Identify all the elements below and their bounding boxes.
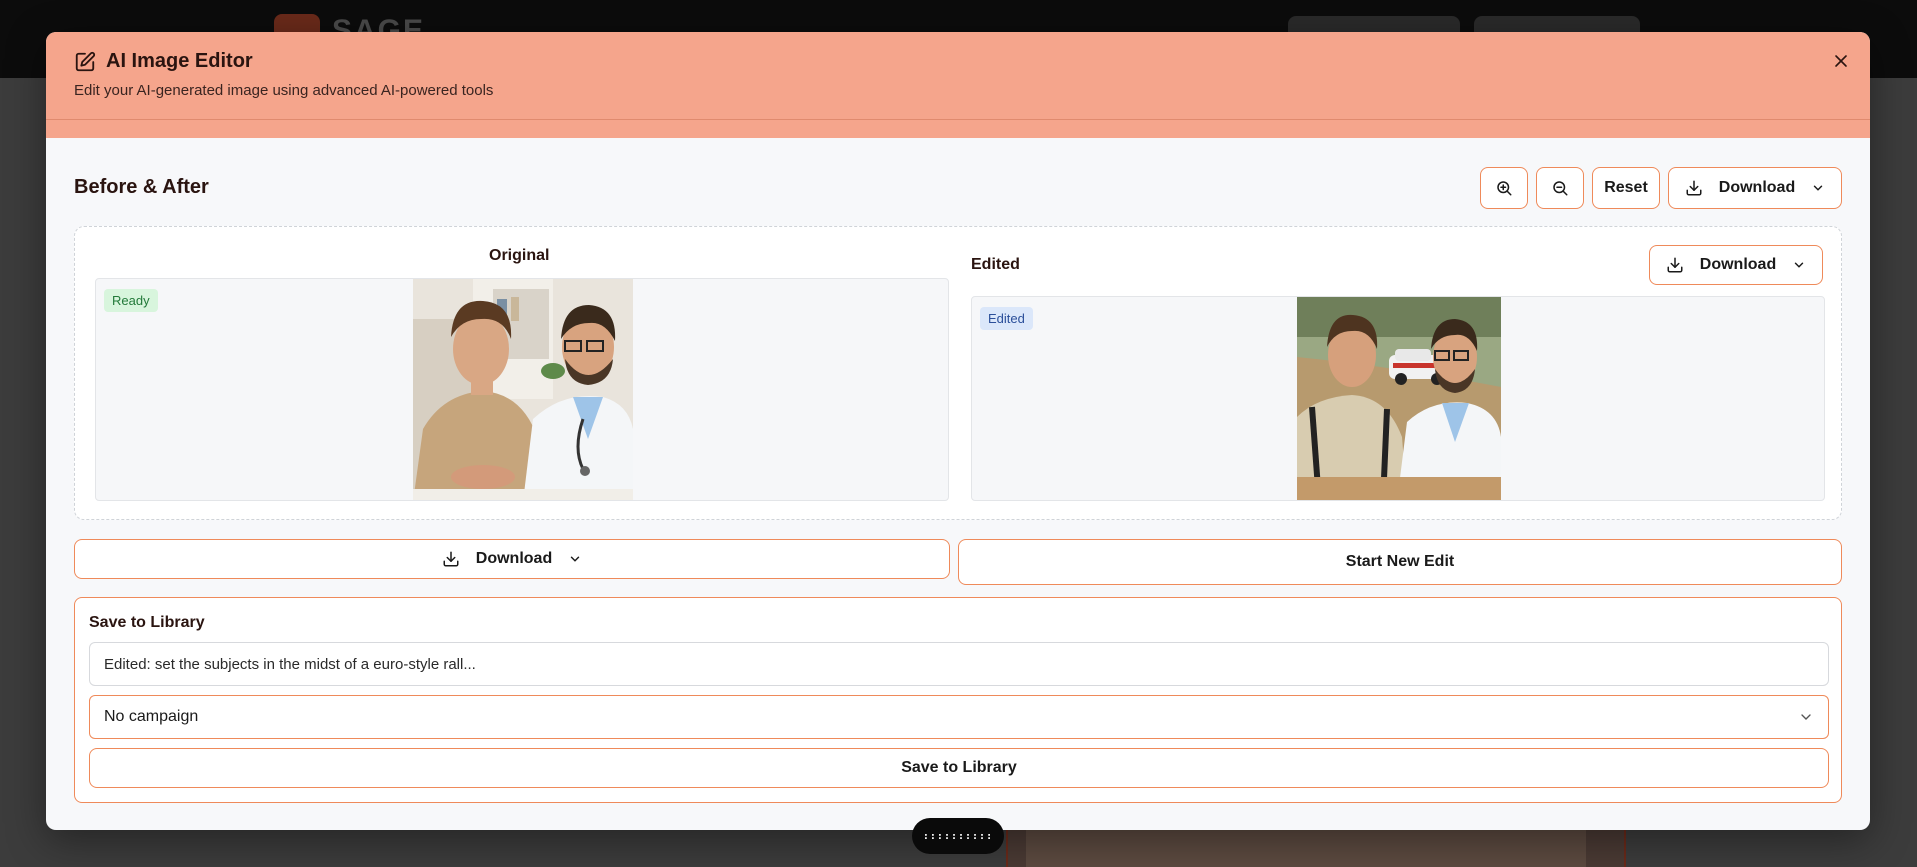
campaign-select[interactable]: No campaign bbox=[89, 695, 1829, 739]
edited-label: Edited bbox=[971, 256, 1020, 273]
save-to-library-title: Save to Library bbox=[89, 614, 205, 631]
edited-image bbox=[1297, 297, 1501, 500]
download-icon bbox=[443, 551, 459, 567]
modal-title-row: AI Image Editor bbox=[74, 50, 253, 73]
download-label: Download bbox=[1718, 179, 1796, 196]
original-image-pane: Ready bbox=[95, 278, 949, 501]
drag-handle[interactable]: :::::::::: bbox=[912, 818, 1004, 854]
modal-header-strip bbox=[46, 120, 1870, 138]
zoom-in-button[interactable] bbox=[1480, 167, 1528, 209]
before-after-title: Before & After bbox=[74, 176, 209, 198]
download-dropdown-button[interactable]: Download bbox=[1668, 167, 1842, 209]
download-label: Download bbox=[475, 550, 553, 567]
drag-handle-dots: :::::::::: bbox=[922, 830, 994, 842]
zoom-in-icon bbox=[1497, 181, 1512, 196]
modal-subtitle: Edit your AI-generated image using advan… bbox=[74, 82, 494, 99]
ready-badge: Ready bbox=[104, 289, 158, 312]
close-button[interactable] bbox=[1830, 50, 1852, 72]
close-icon bbox=[1835, 55, 1847, 67]
background-photo bbox=[1026, 828, 1586, 867]
zoom-out-icon bbox=[1553, 181, 1568, 196]
chevron-down-icon bbox=[1813, 185, 1823, 191]
save-to-library-label: Save to Library bbox=[901, 759, 1017, 776]
chevron-down-icon bbox=[1801, 714, 1811, 720]
reset-label: Reset bbox=[1604, 179, 1648, 196]
original-image bbox=[413, 279, 633, 500]
edited-download-label: Download bbox=[1699, 256, 1777, 273]
zoom-out-button[interactable] bbox=[1536, 167, 1584, 209]
reset-button[interactable]: Reset bbox=[1592, 167, 1660, 209]
before-after-comparison: Original Ready Edited Download Edited bbox=[74, 226, 1842, 520]
edited-download-button[interactable]: Download bbox=[1649, 245, 1823, 285]
original-label: Original bbox=[489, 247, 550, 264]
edit-icon bbox=[74, 51, 96, 73]
modal-header: AI Image Editor Edit your AI-generated i… bbox=[46, 32, 1870, 120]
image-name-input[interactable] bbox=[89, 642, 1829, 686]
save-to-library-button[interactable]: Save to Library bbox=[89, 748, 1829, 788]
download-button[interactable]: Download bbox=[74, 539, 950, 579]
save-to-library-panel: Save to Library No campaign Save to Libr… bbox=[74, 597, 1842, 803]
edited-badge: Edited bbox=[980, 307, 1033, 330]
image-editor-modal: AI Image Editor Edit your AI-generated i… bbox=[46, 32, 1870, 830]
start-new-edit-button[interactable]: Start New Edit bbox=[958, 539, 1842, 585]
download-icon bbox=[1667, 257, 1683, 273]
chevron-down-icon bbox=[570, 556, 580, 562]
campaign-select-value: No campaign bbox=[104, 708, 199, 725]
download-icon bbox=[1686, 180, 1702, 196]
modal-title: AI Image Editor bbox=[106, 50, 253, 72]
chevron-down-icon bbox=[1794, 262, 1804, 268]
edited-image-pane: Edited bbox=[971, 296, 1825, 501]
start-new-edit-label: Start New Edit bbox=[1345, 553, 1455, 570]
